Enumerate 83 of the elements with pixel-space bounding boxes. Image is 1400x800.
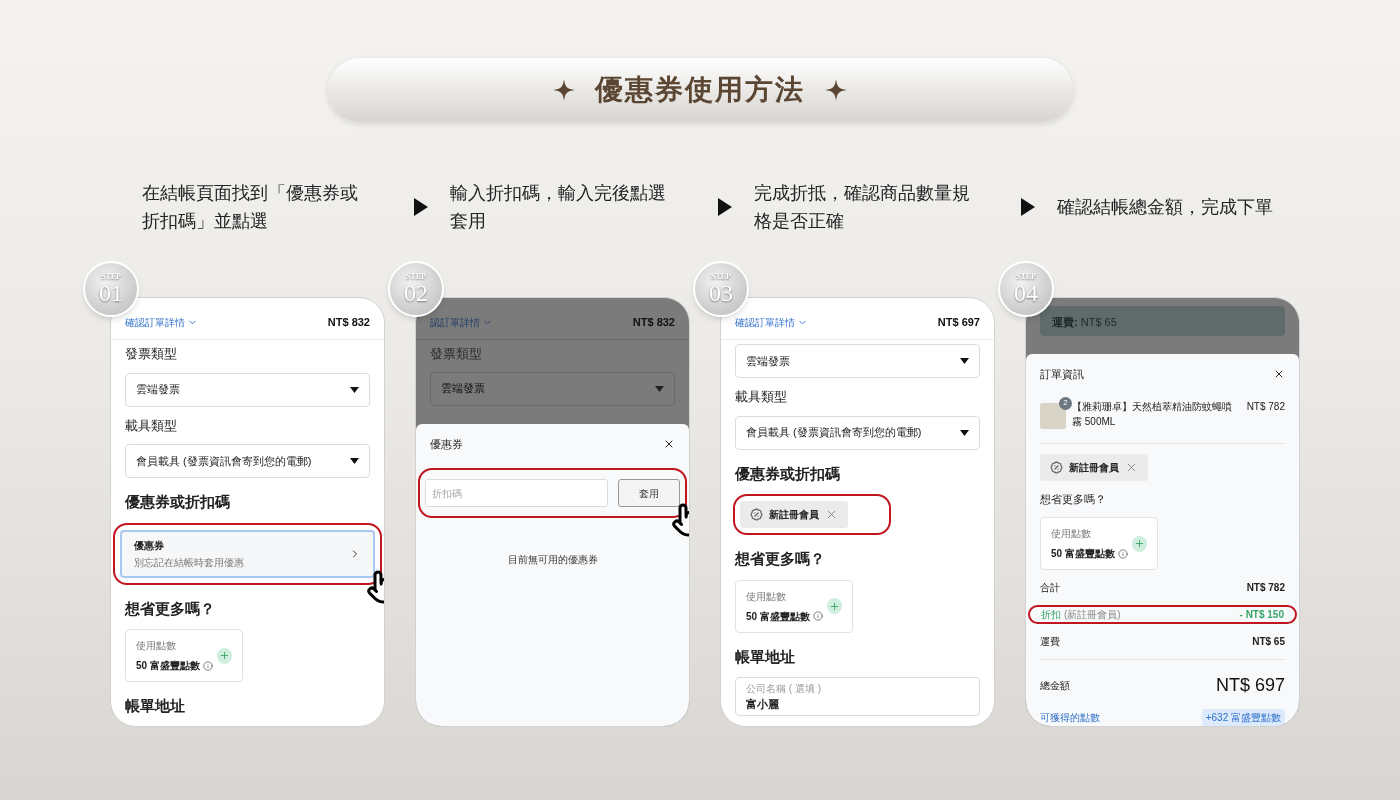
field-label: 公司名稱 ( 選填 ) <box>746 682 822 696</box>
info-icon <box>812 611 823 621</box>
points-label: 使用點數 <box>1051 527 1092 541</box>
coupon-chip[interactable]: 新註冊會員 <box>1040 453 1148 481</box>
dropdown-select[interactable]: 雲端發票 <box>125 372 370 407</box>
field-label: 載具類型 <box>735 388 788 406</box>
info-icon <box>1117 548 1128 559</box>
dropdown-select[interactable]: 雲端發票 <box>735 344 980 378</box>
total-amount: NT$ 697 <box>1215 674 1285 697</box>
order-total: NT$ 832 <box>632 315 675 331</box>
dropdown-caret-icon <box>655 385 664 392</box>
quantity-badge: 2 <box>1059 396 1072 410</box>
section-heading: 帳單地址 <box>125 696 186 716</box>
order-details-link[interactable]: 確認訂單詳情 <box>735 315 808 330</box>
shipping-bar: 運費: NT$ 65 <box>1040 306 1285 336</box>
points-label: 使用點數 <box>746 589 787 604</box>
summary-value: NT$ 65 <box>1252 635 1285 649</box>
coupon-chip[interactable]: 新註冊會員 <box>740 501 848 528</box>
dropdown-select[interactable]: 會員載具 (發票資訊會寄到您的電郵) <box>125 444 370 478</box>
step-instruction: 確認結帳總金額，完成下單 <box>1057 196 1275 219</box>
order-total: NT$ 697 <box>937 315 980 331</box>
info-icon <box>202 660 213 671</box>
modal-title: 優惠券 <box>430 436 463 452</box>
dropdown-caret-icon <box>960 429 969 436</box>
field-label: 載具類型 <box>125 416 178 435</box>
dropdown-caret-icon <box>960 358 969 364</box>
step-label: STEP <box>711 273 731 281</box>
summary-label: 折扣 <box>1041 608 1061 622</box>
total-label: 總金額 <box>1040 679 1070 693</box>
section-heading: 優惠券或折扣碼 <box>735 463 841 484</box>
add-icon[interactable] <box>1131 535 1147 552</box>
add-icon[interactable] <box>216 647 232 664</box>
points-value: 50 富盛豐點數 <box>1051 547 1115 561</box>
section-heading: 想省更多嗎？ <box>735 549 826 569</box>
coupon-subtitle: 別忘記在結帳時套用優惠 <box>134 555 244 570</box>
discount-badge-icon <box>750 508 763 521</box>
discount-badge-icon <box>1050 460 1063 474</box>
summary-label: 合計 <box>1040 581 1060 595</box>
product-name: 【雅莉珊卓】天然植萃精油防蚊蠅噴霧 500ML <box>1072 399 1233 429</box>
remove-icon[interactable] <box>825 508 838 521</box>
section-heading: 優惠券或折扣碼 <box>125 492 231 512</box>
coupon-selector[interactable]: 優惠券 別忘記在結帳時套用優惠 <box>120 529 375 578</box>
modal-title: 訂單資訊 <box>1040 367 1084 382</box>
discount-code-field[interactable]: 折扣碼 <box>425 479 608 507</box>
section-heading: 帳單地址 <box>735 646 796 667</box>
summary-label: 運費 <box>1040 635 1060 649</box>
step-instruction: 輸入折扣碼，輸入完後點選套用 <box>449 182 667 233</box>
points-link[interactable]: 可獲得的點數 <box>1040 710 1100 725</box>
input-field[interactable]: 公司名稱 ( 選填 ) 富小麗 <box>735 677 980 716</box>
step-label: STEP <box>101 273 121 281</box>
points-badge: +632 富盛豐點數 <box>1201 709 1285 726</box>
points-label: 使用點數 <box>136 639 177 653</box>
step-label: STEP <box>1016 273 1036 281</box>
empty-message: 目前無可用的優惠券 <box>506 553 599 567</box>
dropdown-caret-icon <box>350 386 359 393</box>
apply-button[interactable]: 套用 <box>618 479 680 507</box>
section-heading: 想省更多嗎？ <box>125 598 216 619</box>
points-value: 50 富盛豐點數 <box>136 659 200 673</box>
order-details-link[interactable]: 確認訂單詳情 <box>125 315 198 330</box>
field-label: 發票類型 <box>125 345 178 363</box>
sparkle-icon <box>825 79 847 101</box>
summary-note: (新註冊會員) <box>1064 608 1121 622</box>
field-value: 富小麗 <box>746 697 780 712</box>
page-title: 優惠券使用方法 <box>595 73 805 107</box>
step-label: STEP <box>406 273 426 281</box>
step-instruction: 完成折抵，確認商品數量規格是否正確 <box>753 182 971 233</box>
step-instruction: 在結帳頁面找到「優惠券或折扣碼」並點選 <box>142 182 359 233</box>
product-price: NT$ 782 <box>1246 399 1285 414</box>
coupon-title: 優惠券 <box>134 538 165 553</box>
field-label: 發票類型 <box>430 345 483 363</box>
dropdown-caret-icon <box>350 458 359 464</box>
summary-value: - NT$ 150 <box>1239 608 1284 622</box>
add-icon[interactable] <box>826 598 842 614</box>
sparkle-icon <box>553 79 575 101</box>
dropdown-select[interactable]: 會員載具 (發票資訊會寄到您的電郵) <box>735 415 980 450</box>
arrow-icon <box>1021 198 1036 216</box>
points-value: 50 富盛豐點數 <box>746 609 810 624</box>
section-heading: 想省更多嗎？ <box>1040 491 1107 507</box>
dropdown-select[interactable]: 雲端發票 <box>430 371 675 406</box>
arrow-icon <box>413 198 428 216</box>
arrow-icon <box>717 198 732 216</box>
summary-value: NT$ 782 <box>1246 581 1285 595</box>
order-total: NT$ 832 <box>327 315 370 331</box>
